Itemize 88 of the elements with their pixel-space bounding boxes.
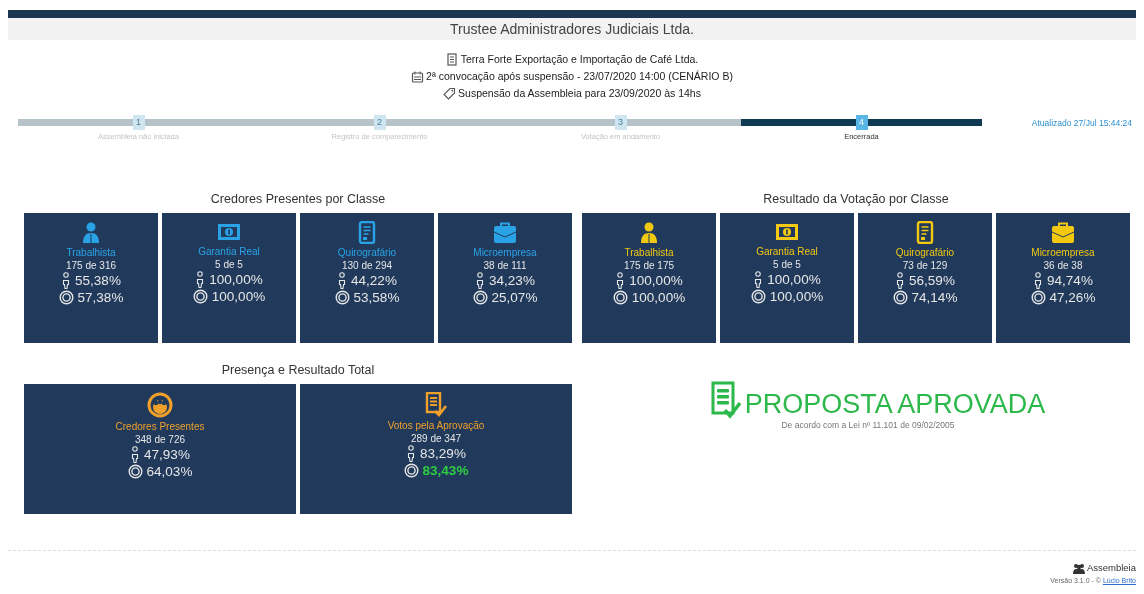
percentage-text: 47,26%: [1049, 289, 1096, 307]
percentage-text: 56,59%: [909, 272, 955, 290]
step-number: 1: [132, 115, 145, 130]
briefcase-icon: [493, 221, 517, 245]
person-icon: [337, 272, 348, 290]
person-icon: [615, 272, 626, 290]
count-text: 5 de 5: [773, 258, 801, 272]
document-icon: [915, 221, 935, 245]
percentage-text: 47,93%: [144, 446, 190, 464]
tag-icon: [443, 87, 457, 100]
percentage-text: 25,07%: [491, 289, 538, 307]
percentage-text: 100,00%: [629, 272, 683, 290]
coin-icon: [892, 290, 908, 306]
person-icon: [195, 271, 206, 289]
card-label: Trabalhista: [624, 246, 674, 260]
coin-icon: [58, 290, 74, 306]
app-name: Assembleia: [1086, 561, 1136, 576]
percentage-text: 74,14%: [911, 289, 958, 307]
section-title: Resultado da Votação por Classe: [763, 192, 949, 208]
section-title: Credores Presentes por Classe: [210, 192, 386, 208]
percentage-text: 100,00%: [769, 288, 824, 306]
count-text: 289 de 347: [410, 432, 462, 446]
document-icon: [357, 221, 377, 245]
checklist-icon: [710, 381, 741, 420]
step-number: 4: [855, 115, 868, 130]
card-label: Trabalhista: [66, 246, 116, 260]
percentage-text: 94,74%: [1047, 272, 1093, 290]
person-icon: [895, 272, 906, 290]
card-label: Quirografário: [895, 246, 955, 260]
coin-icon: [127, 464, 143, 480]
person-icon: [80, 221, 102, 245]
coin-icon: [612, 290, 628, 306]
count-text: 5 de 5: [215, 258, 243, 272]
step-number: 2: [373, 115, 386, 130]
percentage-text: 100,00%: [211, 288, 266, 306]
last-updated-text: Atualizado 27/Jul 15:44:24: [1031, 117, 1132, 130]
section-title: Presença e Resultado Total: [221, 363, 375, 379]
percentage-text: 55,38%: [75, 272, 121, 290]
coin-icon: [472, 290, 488, 306]
person-icon: [638, 221, 660, 245]
briefcase-icon: [1051, 221, 1075, 245]
percentage-text: 64,03%: [146, 463, 193, 481]
info-text: Suspensão da Assembleia para 23/09/2020 às 14hs: [458, 86, 701, 101]
coin-icon: [403, 463, 419, 479]
person-icon: [1033, 272, 1044, 290]
coin-icon: [750, 289, 766, 305]
count-text: 38 de 111: [483, 259, 527, 273]
calendar-icon: [411, 70, 425, 83]
count-text: 73 de 129: [902, 259, 948, 273]
count-text: 348 de 726: [134, 433, 186, 447]
percentage-text: 83,43%: [422, 462, 469, 480]
card-label: Credores Presentes: [115, 420, 205, 434]
card-label: Garantia Real: [198, 245, 260, 259]
person-icon: [61, 272, 72, 290]
card-label: Microempresa: [1031, 246, 1095, 260]
count-text: 130 de 294: [341, 259, 393, 273]
percentage-text: 83,29%: [420, 445, 466, 463]
percentage-text: 34,23%: [489, 272, 535, 290]
company-title: Trustee Administradores Judiciais Ltda.: [450, 19, 694, 39]
card-label: Quirografário: [337, 246, 397, 260]
count-text: 36 de 38: [1043, 259, 1083, 273]
group-icon: [1072, 562, 1085, 574]
count-text: 175 de 175: [623, 259, 675, 273]
percentage-text: 57,38%: [77, 289, 124, 307]
group-icon: [147, 392, 173, 419]
step-number: 3: [614, 115, 627, 130]
coin-icon: [192, 289, 208, 305]
card-label: Votos pela Aprovação: [387, 419, 485, 433]
percentage-text: 100,00%: [631, 289, 686, 307]
info-text: 2ª convocação após suspensão - 23/07/2020 14:00 (CENÁRIO B): [426, 69, 733, 84]
law-reference-text: De acordo com a Lei nº 11.101 de 09/02/2005: [781, 419, 955, 432]
percentage-text: 53,58%: [353, 289, 400, 307]
coin-icon: [1030, 290, 1046, 306]
person-icon: [406, 445, 417, 463]
person-icon: [753, 271, 764, 289]
card-label: Garantia Real: [756, 245, 818, 259]
percentage-text: 100,00%: [209, 271, 263, 289]
percentage-text: 100,00%: [767, 271, 821, 289]
coin-icon: [334, 290, 350, 306]
person-icon: [130, 446, 141, 464]
checklist-icon: [425, 392, 447, 418]
count-text: 175 de 316: [65, 259, 117, 273]
person-icon: [475, 272, 486, 290]
building-icon: [445, 53, 459, 66]
card-label: Microempresa: [473, 246, 537, 260]
percentage-text: 44,22%: [351, 272, 397, 290]
result-title: PROPOSTA APROVADA: [744, 389, 1046, 420]
info-text: Terra Forte Exportação e Importação de Café Ltda.: [460, 52, 699, 67]
